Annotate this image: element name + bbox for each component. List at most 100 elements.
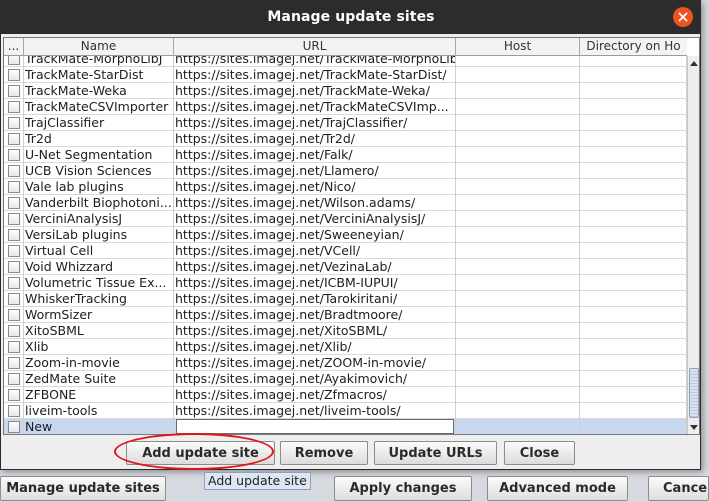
- cell-host[interactable]: [456, 56, 580, 67]
- cell-host[interactable]: [456, 419, 580, 434]
- row-checkbox-cell[interactable]: [4, 83, 24, 99]
- cell-host[interactable]: [456, 307, 580, 323]
- cell-dir[interactable]: [580, 387, 687, 403]
- row-checkbox-cell[interactable]: [4, 56, 24, 67]
- cell-host[interactable]: [456, 83, 580, 99]
- cell-url[interactable]: https://sites.imagej.net/Tr2d/: [174, 131, 456, 147]
- table-row[interactable]: ZedMate Suite https://sites.imagej.net/Ay…: [4, 371, 687, 387]
- cell-name[interactable]: Zoom-in-movie: [24, 355, 174, 371]
- row-checkbox-cell[interactable]: [4, 355, 24, 371]
- cell-name[interactable]: XitoSBML: [24, 323, 174, 339]
- table-row[interactable]: New: [4, 419, 687, 434]
- table-row[interactable]: TrajClassifier https://sites.imagej.net/T…: [4, 115, 687, 131]
- table-row[interactable]: TrackMate-Weka https://sites.imagej.net/T…: [4, 83, 687, 99]
- cell-dir[interactable]: [580, 419, 687, 434]
- cell-url[interactable]: https://sites.imagej.net/Llamero/: [174, 163, 456, 179]
- cell-name[interactable]: ZFBONE: [24, 387, 174, 403]
- cell-name[interactable]: WormSizer: [24, 307, 174, 323]
- row-checkbox-cell[interactable]: [4, 195, 24, 211]
- url-edit-field[interactable]: [176, 419, 454, 434]
- cell-url[interactable]: https://sites.imagej.net/Sweeneyian/: [174, 227, 456, 243]
- cell-host[interactable]: [456, 371, 580, 387]
- cell-host[interactable]: [456, 99, 580, 115]
- table-row[interactable]: TrackMate-StarDist https://sites.imagej.n…: [4, 67, 687, 83]
- row-checkbox[interactable]: [7, 389, 20, 401]
- cell-name[interactable]: TrajClassifier: [24, 115, 174, 131]
- cell-name[interactable]: Vanderbilt Biophotoni...: [24, 195, 174, 211]
- table-row[interactable]: TrackMateCSVImporter https://sites.imagej…: [4, 99, 687, 115]
- cell-dir[interactable]: [580, 259, 687, 275]
- cell-dir[interactable]: [580, 275, 687, 291]
- cancel-button[interactable]: Cancel: [648, 476, 709, 501]
- table-row[interactable]: Virtual Cell https://sites.imagej.net/VCe…: [4, 243, 687, 259]
- row-checkbox-cell[interactable]: [4, 179, 24, 195]
- row-checkbox-cell[interactable]: [4, 67, 24, 83]
- cell-url[interactable]: https://sites.imagej.net/liveim-tools/: [174, 403, 456, 419]
- table-row[interactable]: WhiskerTracking https://sites.imagej.net/…: [4, 291, 687, 307]
- row-checkbox-cell[interactable]: [4, 99, 24, 115]
- table-row[interactable]: UCB Vision Sciences https://sites.imagej.…: [4, 163, 687, 179]
- row-checkbox-cell[interactable]: [4, 323, 24, 339]
- cell-host[interactable]: [456, 211, 580, 227]
- cell-dir[interactable]: [580, 115, 687, 131]
- column-header-url[interactable]: URL: [174, 38, 456, 56]
- row-checkbox-cell[interactable]: [4, 259, 24, 275]
- cell-dir[interactable]: [580, 179, 687, 195]
- cell-dir[interactable]: [580, 195, 687, 211]
- cell-url[interactable]: https://sites.imagej.net/Nico/: [174, 179, 456, 195]
- cell-host[interactable]: [456, 115, 580, 131]
- cell-name[interactable]: TrackMate-StarDist: [24, 67, 174, 83]
- row-checkbox[interactable]: [7, 181, 20, 193]
- cell-name[interactable]: Vale lab plugins: [24, 179, 174, 195]
- cell-dir[interactable]: [580, 291, 687, 307]
- cell-name[interactable]: WhiskerTracking: [24, 291, 174, 307]
- column-header-name[interactable]: Name: [24, 38, 174, 56]
- table-row[interactable]: Volumetric Tissue Ex... https://sites.ima…: [4, 275, 687, 291]
- cell-name[interactable]: liveim-tools: [24, 403, 174, 419]
- row-checkbox[interactable]: [7, 309, 20, 321]
- cell-host[interactable]: [456, 355, 580, 371]
- row-checkbox-cell[interactable]: [4, 115, 24, 131]
- cell-host[interactable]: [456, 243, 580, 259]
- column-header-host[interactable]: Host: [456, 38, 580, 56]
- row-checkbox[interactable]: [7, 85, 20, 97]
- cell-url[interactable]: https://sites.imagej.net/TrackMate-Weka/: [174, 83, 456, 99]
- cell-dir[interactable]: [580, 307, 687, 323]
- table-row[interactable]: XitoSBML https://sites.imagej.net/XitoSBM…: [4, 323, 687, 339]
- column-header-directory[interactable]: Directory on Ho: [580, 38, 687, 56]
- cell-dir[interactable]: [580, 403, 687, 419]
- table-row[interactable]: Void Whizzard https://sites.imagej.net/Ve…: [4, 259, 687, 275]
- row-checkbox[interactable]: [7, 261, 20, 273]
- row-checkbox[interactable]: [7, 421, 20, 433]
- cell-url[interactable]: https://sites.imagej.net/VezinaLab/: [174, 259, 456, 275]
- row-checkbox[interactable]: [7, 373, 20, 385]
- table-row[interactable]: Vanderbilt Biophotoni... https://sites.im…: [4, 195, 687, 211]
- cell-host[interactable]: [456, 227, 580, 243]
- table-row[interactable]: Vale lab plugins https://sites.imagej.net…: [4, 179, 687, 195]
- row-checkbox-cell[interactable]: [4, 243, 24, 259]
- table-row[interactable]: VersiLab plugins https://sites.imagej.net…: [4, 227, 687, 243]
- row-checkbox-cell[interactable]: [4, 419, 24, 434]
- table-row[interactable]: WormSizer https://sites.imagej.net/Bradtm…: [4, 307, 687, 323]
- row-checkbox-cell[interactable]: [4, 339, 24, 355]
- cell-dir[interactable]: [580, 371, 687, 387]
- cell-dir[interactable]: [580, 211, 687, 227]
- cell-dir[interactable]: [580, 67, 687, 83]
- cell-url[interactable]: https://sites.imagej.net/ICBM-IUPUI/: [174, 275, 456, 291]
- cell-host[interactable]: [456, 259, 580, 275]
- update-urls-button[interactable]: Update URLs: [374, 441, 497, 465]
- row-checkbox[interactable]: [7, 149, 20, 161]
- cell-name[interactable]: VerciniAnalysisJ: [24, 211, 174, 227]
- cell-name[interactable]: Volumetric Tissue Ex...: [24, 275, 174, 291]
- advanced-mode-button[interactable]: Advanced mode: [487, 476, 628, 501]
- cell-url[interactable]: https://sites.imagej.net/Zfmacros/: [174, 387, 456, 403]
- manage-update-sites-button[interactable]: Manage update sites: [0, 476, 166, 501]
- row-checkbox[interactable]: [7, 117, 20, 129]
- cell-url[interactable]: https://sites.imagej.net/TrackMate-StarD…: [174, 67, 456, 83]
- cell-host[interactable]: [456, 147, 580, 163]
- row-checkbox[interactable]: [7, 405, 20, 417]
- table-row[interactable]: VerciniAnalysisJ https://sites.imagej.net…: [4, 211, 687, 227]
- cell-url[interactable]: https://sites.imagej.net/Bradtmoore/: [174, 307, 456, 323]
- row-checkbox-cell[interactable]: [4, 371, 24, 387]
- table-row[interactable]: Tr2d https://sites.imagej.net/Tr2d/: [4, 131, 687, 147]
